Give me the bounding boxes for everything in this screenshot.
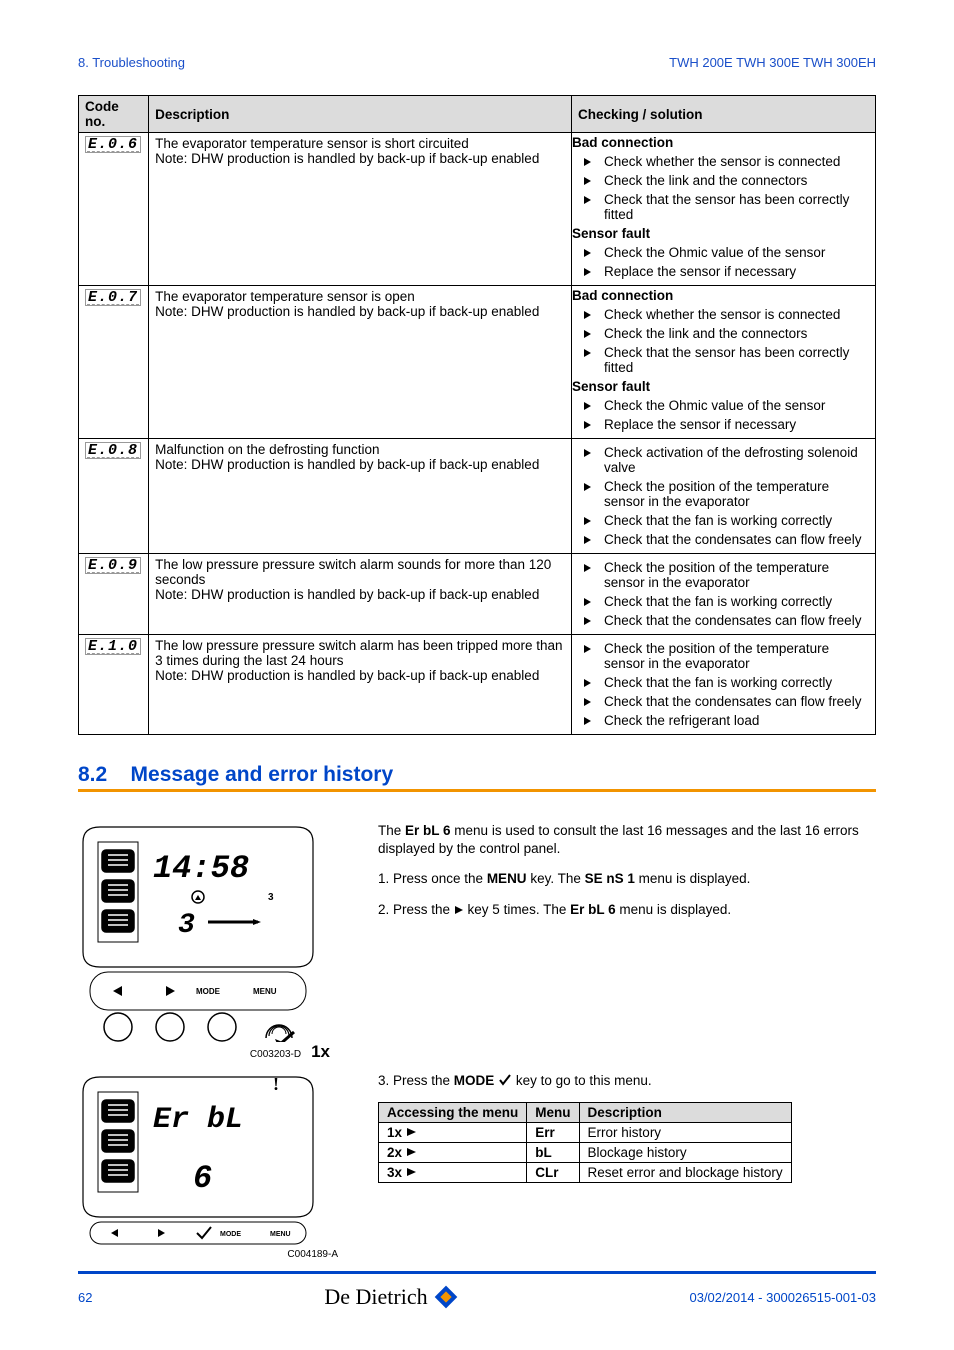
header-section: 8. Troubleshooting — [78, 55, 185, 70]
error-description: The evaporator temperature sensor is sho… — [149, 133, 572, 286]
step-2: 2. Press the key 5 times. The Er bL 6 me… — [378, 901, 876, 919]
figure-2-ref: C004189-A — [78, 1249, 338, 1260]
error-solution: Bad connectionCheck whether the sensor i… — [572, 286, 876, 439]
heading-underline — [78, 789, 876, 792]
error-solution: Check the position of the temperature se… — [572, 635, 876, 735]
figure-1-ref: C003203-D — [250, 1049, 301, 1060]
svg-text:3: 3 — [178, 910, 195, 941]
troubleshooting-table: Code no. Description Checking / solution… — [78, 95, 876, 735]
solution-item: Check the refrigerant load — [594, 711, 871, 730]
error-code: E.0.7 — [79, 286, 149, 439]
menu-press: 1x — [379, 1123, 527, 1143]
error-description: The low pressure pressure switch alarm s… — [149, 554, 572, 635]
right-arrow-icon — [406, 1147, 418, 1157]
error-description: The low pressure pressure switch alarm h… — [149, 635, 572, 735]
solution-item: Check activation of the defrosting solen… — [594, 443, 871, 477]
table-row: E.0.6The evaporator temperature sensor i… — [79, 133, 876, 286]
solution-item: Check the position of the temperature se… — [594, 558, 871, 592]
page-footer: 62 De Dietrich 03/02/2014 - 300026515-00… — [78, 1271, 876, 1310]
step-1: 1. Press once the MENU key. The SE nS 1 … — [378, 870, 876, 888]
right-arrow-icon — [406, 1127, 418, 1137]
table-row: 3x CLrReset error and blockage history — [379, 1163, 792, 1183]
section-title: Message and error history — [131, 763, 394, 786]
table-row: 1x ErrError history — [379, 1123, 792, 1143]
doc-reference: 03/02/2014 - 300026515-001-03 — [689, 1290, 876, 1305]
right-arrow-icon — [454, 902, 464, 917]
intro-text: The Er bL 6 menu is used to consult the … — [378, 822, 876, 858]
svg-text:Er bL: Er bL — [153, 1103, 243, 1137]
solution-item: Check whether the sensor is connected — [594, 305, 871, 324]
menu-press: 3x — [379, 1163, 527, 1183]
menu-code: Err — [527, 1123, 579, 1143]
step-3: 3. Press the MODE key to go to this menu… — [378, 1072, 876, 1090]
table-row: E.0.8Malfunction on the defrosting funct… — [79, 439, 876, 554]
solution-item: Check the position of the temperature se… — [594, 639, 871, 673]
header-models: TWH 200E TWH 300E TWH 300EH — [669, 55, 876, 70]
solution-item: Check that the fan is working correctly — [594, 592, 871, 611]
figure-panel-2: Er bL ! 6 MODE MENU C004189-A — [78, 1072, 338, 1260]
solution-item: Check that the condensates can flow free… — [594, 530, 871, 549]
error-solution: Check activation of the defrosting solen… — [572, 439, 876, 554]
svg-text:3: 3 — [268, 892, 274, 903]
menu-col-desc: Description — [579, 1103, 791, 1123]
menu-access-table: Accessing the menu Menu Description 1x E… — [378, 1102, 792, 1183]
solution-item: Check that the sensor has been correctly… — [594, 343, 871, 377]
svg-text:!: ! — [273, 1074, 279, 1094]
col-solution: Checking / solution — [572, 96, 876, 133]
figure-1-press: 1x — [311, 1042, 330, 1062]
error-solution: Check the position of the temperature se… — [572, 554, 876, 635]
error-solution: Bad connectionCheck whether the sensor i… — [572, 133, 876, 286]
error-code: E.0.8 — [79, 439, 149, 554]
menu-code: CLr — [527, 1163, 579, 1183]
menu-description: Reset error and blockage history — [579, 1163, 791, 1183]
solution-item: Check that the fan is working correctly — [594, 673, 871, 692]
right-arrow-icon — [406, 1167, 418, 1177]
solution-item: Check the link and the connectors — [594, 171, 871, 190]
solution-item: Check that the condensates can flow free… — [594, 692, 871, 711]
menu-col-access: Accessing the menu — [379, 1103, 527, 1123]
solution-item: Check the Ohmic value of the sensor — [594, 396, 871, 415]
solution-item: Replace the sensor if necessary — [594, 415, 871, 434]
table-row: E.0.9The low pressure pressure switch al… — [79, 554, 876, 635]
footer-rule — [78, 1271, 876, 1274]
table-row: E.0.7The evaporator temperature sensor i… — [79, 286, 876, 439]
check-icon — [498, 1073, 512, 1088]
svg-text:6: 6 — [193, 1160, 212, 1197]
svg-text:MENU: MENU — [270, 1231, 291, 1238]
figure-panel-1: 14:58 3 3 MODE MENU — [78, 822, 338, 1062]
error-description: The evaporator temperature sensor is ope… — [149, 286, 572, 439]
page-header: 8. Troubleshooting TWH 200E TWH 300E TWH… — [78, 55, 876, 70]
table-row: 2x bLBlockage history — [379, 1143, 792, 1163]
solution-item: Check that the fan is working correctly — [594, 511, 871, 530]
svg-text:14:58: 14:58 — [153, 850, 249, 887]
diamond-icon — [434, 1285, 458, 1309]
menu-description: Error history — [579, 1123, 791, 1143]
error-code: E.0.6 — [79, 133, 149, 286]
col-code: Code no. — [79, 96, 149, 133]
menu-code: bL — [527, 1143, 579, 1163]
solution-item: Check that the sensor has been correctly… — [594, 190, 871, 224]
table-row: E.1.0The low pressure pressure switch al… — [79, 635, 876, 735]
svg-text:MODE: MODE — [196, 987, 221, 996]
error-code: E.1.0 — [79, 635, 149, 735]
brand-logo: De Dietrich — [324, 1284, 457, 1310]
solution-item: Replace the sensor if necessary — [594, 262, 871, 281]
section-heading: 8.2 Message and error history — [78, 763, 876, 787]
error-description: Malfunction on the defrosting functionNo… — [149, 439, 572, 554]
page-number: 62 — [78, 1290, 92, 1305]
svg-text:MODE: MODE — [220, 1231, 241, 1238]
menu-press: 2x — [379, 1143, 527, 1163]
menu-col-menu: Menu — [527, 1103, 579, 1123]
solution-item: Check whether the sensor is connected — [594, 152, 871, 171]
solution-item: Check the Ohmic value of the sensor — [594, 243, 871, 262]
menu-description: Blockage history — [579, 1143, 791, 1163]
solution-item: Check that the condensates can flow free… — [594, 611, 871, 630]
section-number: 8.2 — [78, 763, 107, 786]
solution-item: Check the link and the connectors — [594, 324, 871, 343]
col-description: Description — [149, 96, 572, 133]
error-code: E.0.9 — [79, 554, 149, 635]
solution-item: Check the position of the temperature se… — [594, 477, 871, 511]
svg-text:MENU: MENU — [253, 987, 277, 996]
